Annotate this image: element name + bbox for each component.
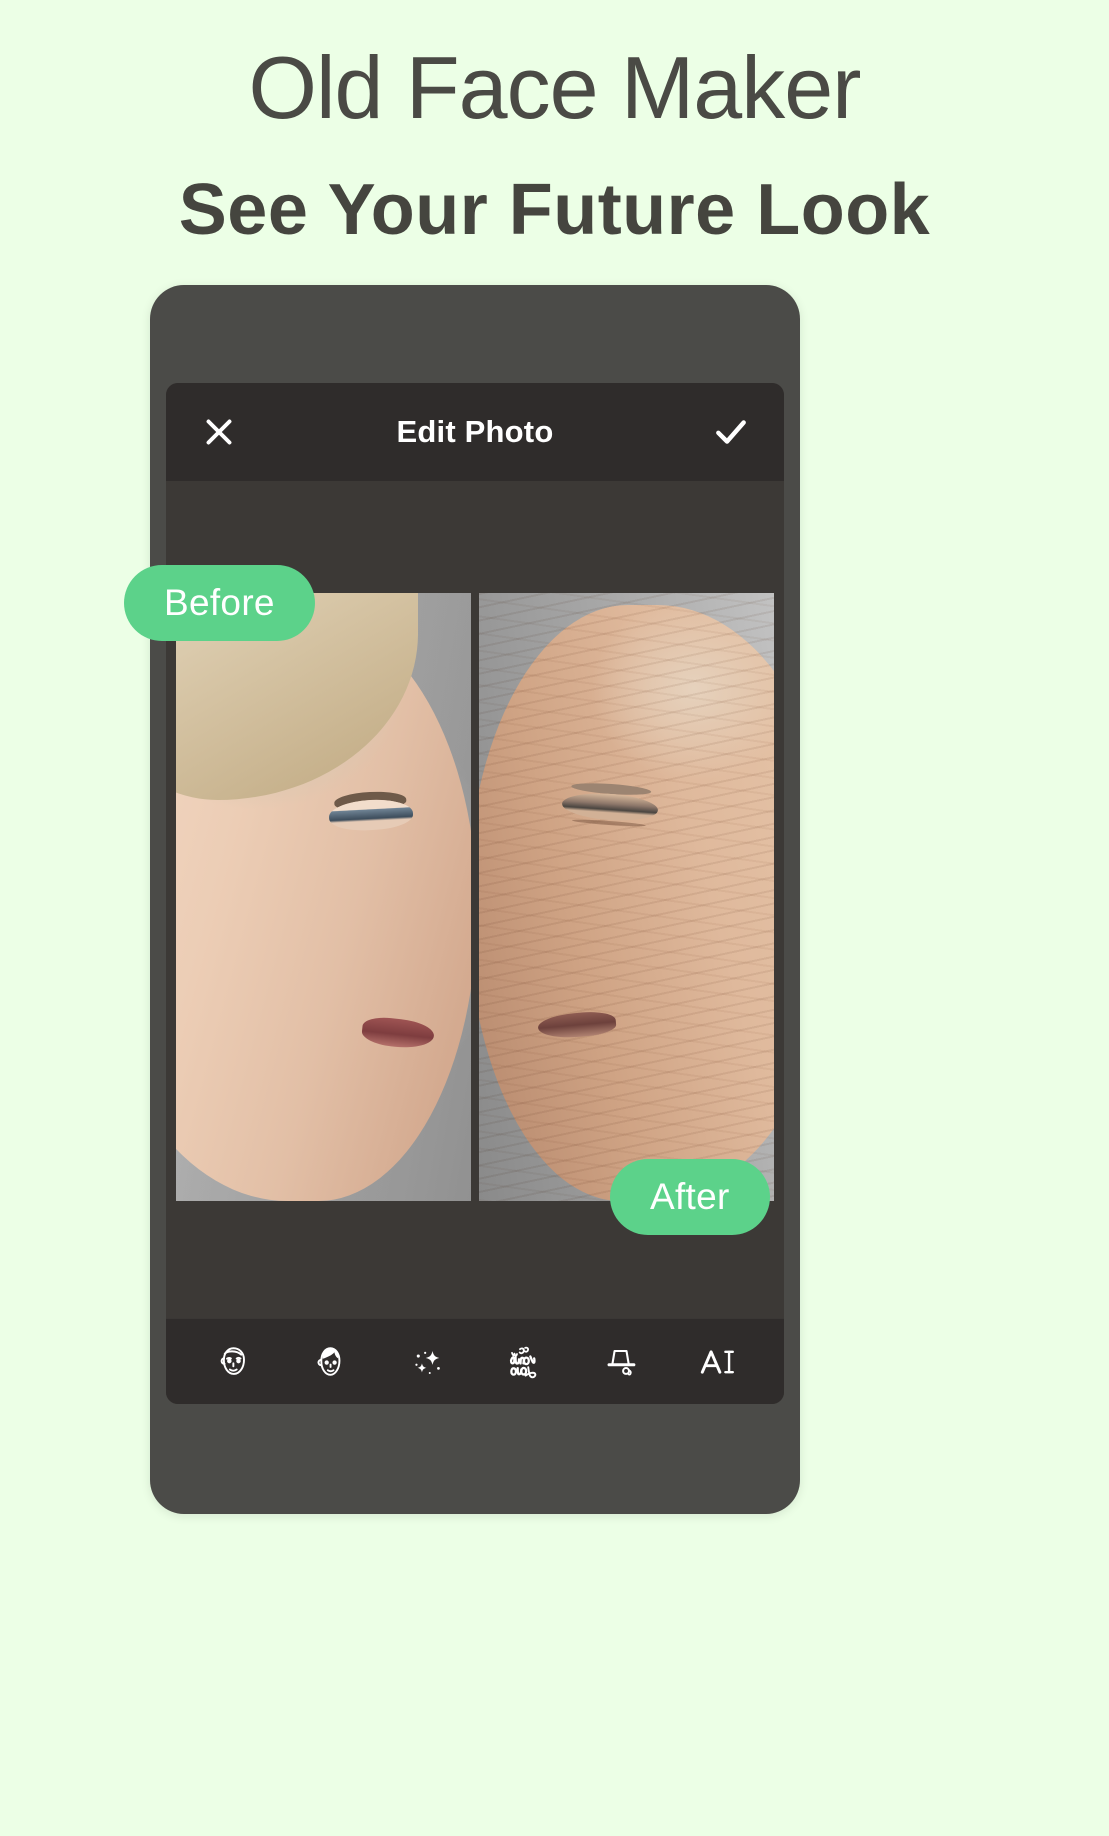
after-badge: After: [610, 1159, 770, 1235]
toolbar-item-old-face[interactable]: [201, 1330, 265, 1394]
page-subtitle: See Your Future Look: [178, 170, 931, 250]
header-title: Edit Photo: [396, 414, 554, 449]
sparkles-icon: [405, 1340, 449, 1384]
check-icon: [712, 413, 750, 451]
hair-face-icon: [308, 1340, 352, 1384]
close-button[interactable]: [196, 409, 242, 455]
toolbar-item-effects[interactable]: [395, 1330, 459, 1394]
toolbar-item-text[interactable]: [686, 1330, 750, 1394]
after-photo[interactable]: [479, 593, 774, 1201]
toolbar-item-hat[interactable]: [589, 1330, 653, 1394]
before-badge: Before: [124, 565, 315, 641]
app-header: Edit Photo: [166, 383, 784, 481]
headline-block: Old Face Maker See Your Future Look: [0, 0, 1109, 250]
old-man-face-icon: [211, 1340, 255, 1384]
text-a-cursor-icon: [694, 1340, 742, 1384]
wrinkle-texture: [479, 593, 774, 1201]
page-title: Old Face Maker: [248, 38, 862, 137]
comparison-row: [176, 593, 774, 1201]
top-hat-monocle-icon: [599, 1340, 643, 1384]
script-sticker-icon: [501, 1339, 547, 1385]
editor-toolbar: [166, 1318, 784, 1404]
toolbar-item-sticker[interactable]: [492, 1330, 556, 1394]
close-icon: [201, 414, 237, 450]
phone-screen: Edit Photo: [166, 383, 784, 1404]
before-photo[interactable]: [176, 593, 471, 1201]
confirm-button[interactable]: [708, 409, 754, 455]
phone-frame: Edit Photo: [150, 285, 800, 1514]
young-face-image: [176, 593, 471, 1201]
toolbar-item-hair[interactable]: [298, 1330, 362, 1394]
